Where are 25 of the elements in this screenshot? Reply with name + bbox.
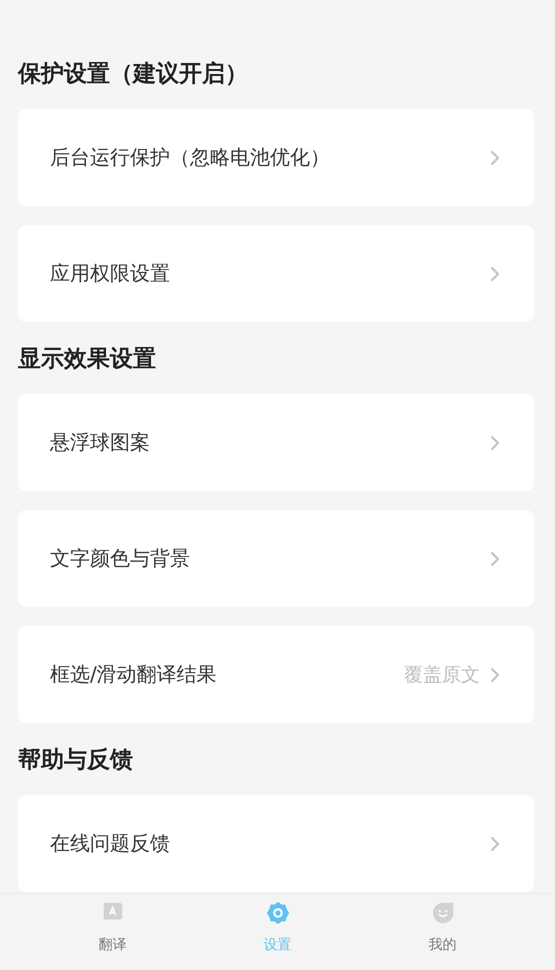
section-title: 保护设置（建议开启） — [18, 60, 249, 89]
item-label: 悬浮球图案 — [50, 429, 151, 456]
chevron-icon — [490, 666, 500, 682]
settings-item[interactable]: 悬浮球图案 — [18, 394, 534, 491]
item-value: 覆盖原文 — [404, 662, 480, 688]
chevron-icon — [490, 434, 500, 450]
settings-item[interactable]: 后台运行保护（忽略电池优化） — [18, 109, 534, 206]
item-label: 框选/滑动翻译结果 — [50, 661, 218, 688]
item-label: 文字颜色与背景 — [50, 545, 191, 572]
tab[interactable]: 翻译 — [68, 894, 158, 970]
chevron-icon — [490, 266, 500, 282]
settings-item[interactable]: 在线问题反馈 — [18, 795, 534, 892]
item-label: 在线问题反馈 — [50, 830, 171, 857]
settings-item[interactable]: 应用权限设置 — [18, 225, 534, 322]
settings-item[interactable]: 框选/滑动翻译结果 覆盖原文 — [18, 626, 534, 723]
chevron-icon — [490, 150, 500, 166]
section-title: 显示效果设置 — [18, 345, 157, 374]
chevron-icon — [490, 550, 500, 566]
section-title: 帮助与反馈 — [18, 746, 134, 775]
item-label: 应用权限设置 — [50, 260, 171, 287]
item-label: 后台运行保护（忽略电池优化） — [50, 144, 331, 171]
chevron-icon — [490, 836, 500, 852]
gear-icon — [264, 900, 290, 926]
settings-item[interactable]: 文字颜色与背景 — [18, 510, 534, 607]
tab[interactable]: 我的 — [398, 894, 488, 970]
